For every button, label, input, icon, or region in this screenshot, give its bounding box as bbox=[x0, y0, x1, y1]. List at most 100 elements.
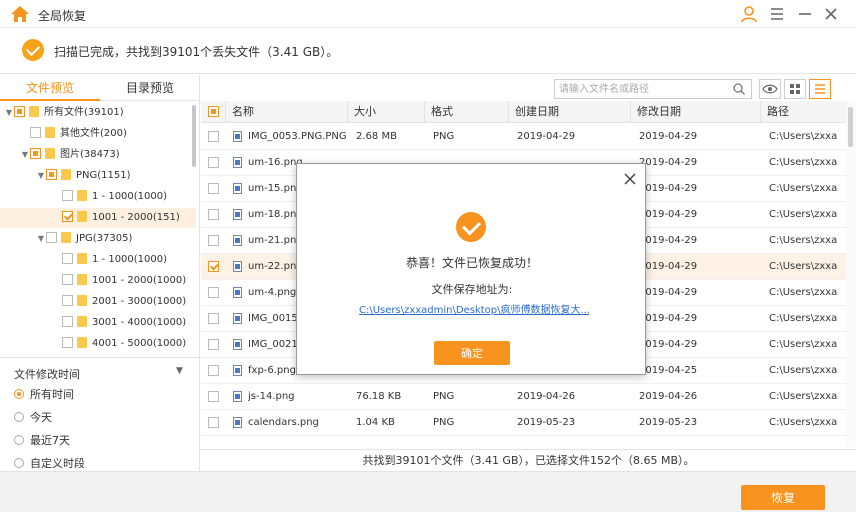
tree-checkbox[interactable] bbox=[62, 211, 73, 222]
search-input[interactable] bbox=[555, 80, 727, 98]
close-icon[interactable] bbox=[821, 4, 841, 24]
tree-checkbox[interactable] bbox=[62, 253, 73, 264]
radio-button[interactable] bbox=[14, 435, 24, 445]
column-header-format[interactable]: 格式 bbox=[424, 101, 508, 123]
table-scrollbar[interactable] bbox=[846, 101, 856, 447]
cell-name: IMG_0053.PNG.PNG bbox=[248, 131, 347, 142]
tree-checkbox[interactable] bbox=[46, 169, 57, 180]
radio-button[interactable] bbox=[14, 412, 24, 422]
tree-node-other-files[interactable]: 其他文件(200) bbox=[20, 124, 127, 144]
table-row[interactable]: calendars.png 1.04 KB PNG 2019-05-23 2019-05… bbox=[201, 410, 856, 436]
radio-button[interactable] bbox=[14, 458, 24, 468]
tree-node-jpg-4001-5000[interactable]: 4001 - 5000(1000) bbox=[52, 334, 186, 354]
folder-icon bbox=[77, 274, 87, 285]
success-check-icon bbox=[22, 39, 44, 61]
tree-node-jpg-1-1000[interactable]: 1 - 1000(1000) bbox=[52, 250, 167, 270]
table-row[interactable]: js-14.png 76.18 KB PNG 2019-04-26 2019-04-26… bbox=[201, 384, 856, 410]
list-view-button[interactable] bbox=[809, 79, 831, 99]
tree-node-label: 3001 - 4000(1000) bbox=[92, 317, 187, 328]
radio-button[interactable] bbox=[14, 389, 24, 399]
tree-checkbox[interactable] bbox=[30, 127, 41, 138]
row-checkbox[interactable] bbox=[208, 391, 219, 402]
tree-node-jpg-2001-3000[interactable]: 2001 - 3000(1000) bbox=[52, 292, 186, 312]
row-checkbox[interactable] bbox=[208, 235, 219, 246]
filter-option-label: 所有时间 bbox=[30, 388, 74, 401]
cell-path: C:\Users\zxxa bbox=[769, 365, 838, 376]
tree-node-label: PNG(1151) bbox=[76, 170, 131, 181]
tree-checkbox[interactable] bbox=[62, 295, 73, 306]
tree-node-png-1-1000[interactable]: 1 - 1000(1000) bbox=[52, 187, 167, 207]
image-file-icon bbox=[233, 339, 242, 350]
column-header-created[interactable]: 创建日期 bbox=[508, 101, 630, 123]
row-checkbox[interactable] bbox=[208, 417, 219, 428]
tree-node-all-files[interactable]: ▼ 所有文件(39101) bbox=[4, 103, 124, 123]
image-file-icon bbox=[233, 209, 242, 220]
scrollbar-thumb[interactable] bbox=[848, 107, 853, 147]
row-checkbox[interactable] bbox=[208, 131, 219, 142]
save-location-label: 文件保存地址为: bbox=[431, 283, 513, 296]
filter-option-all-time[interactable]: 所有时间 bbox=[14, 386, 74, 404]
row-checkbox[interactable] bbox=[208, 287, 219, 298]
dialog-close-icon[interactable] bbox=[623, 172, 637, 186]
save-location-link[interactable]: C:\Users\zxxadmin\Desktop\疯师傅数据恢复大... bbox=[359, 301, 589, 316]
ok-button[interactable]: 确定 bbox=[434, 341, 510, 365]
column-header-path[interactable]: 路径 bbox=[760, 101, 856, 123]
table-row[interactable]: IMG_0053.PNG.PNG 2.68 MB PNG 2019-04-29 2019… bbox=[201, 124, 856, 150]
tree-node-images[interactable]: ▼ 图片(38473) bbox=[20, 145, 120, 165]
scan-status: 扫描已完成，共找到39101个丢失文件（3.41 GB）。 bbox=[0, 28, 856, 74]
column-header-size[interactable]: 大小 bbox=[347, 101, 424, 123]
row-checkbox[interactable] bbox=[208, 339, 219, 350]
select-all-checkbox[interactable] bbox=[208, 106, 219, 117]
chevron-down-icon[interactable]: ▼ bbox=[176, 366, 183, 376]
cell-path: C:\Users\zxxa bbox=[769, 391, 838, 402]
collapse-arrow-icon[interactable]: ▼ bbox=[36, 229, 46, 249]
selection-summary: 共找到39101个文件（3.41 GB），已选择文件152个（8.65 MB）。 bbox=[201, 449, 856, 471]
row-checkbox[interactable] bbox=[208, 261, 219, 272]
column-header-name[interactable]: 名称 bbox=[225, 101, 347, 123]
tree-node-label: 1 - 1000(1000) bbox=[92, 254, 168, 265]
tree-checkbox[interactable] bbox=[62, 316, 73, 327]
cell-path: C:\Users\zxxa bbox=[769, 417, 838, 428]
cell-size: 1.04 KB bbox=[356, 417, 395, 428]
tree-checkbox[interactable] bbox=[14, 106, 25, 117]
row-checkbox[interactable] bbox=[208, 157, 219, 168]
row-checkbox[interactable] bbox=[208, 183, 219, 194]
row-checkbox[interactable] bbox=[208, 209, 219, 220]
cell-created: 2019-05-23 bbox=[517, 417, 576, 428]
tree-checkbox[interactable] bbox=[62, 274, 73, 285]
cell-modified: 2019-04-29 bbox=[639, 313, 698, 324]
filter-option-last-7-days[interactable]: 最近7天 bbox=[14, 432, 70, 450]
row-checkbox[interactable] bbox=[208, 365, 219, 376]
cell-modified: 2019-04-29 bbox=[639, 183, 698, 194]
grid-view-button[interactable] bbox=[784, 79, 806, 99]
cell-path: C:\Users\zxxa bbox=[769, 313, 838, 324]
tree-node-jpg-1001-2000[interactable]: 1001 - 2000(1000) bbox=[52, 271, 186, 291]
cell-modified: 2019-04-29 bbox=[639, 235, 698, 246]
minimize-icon[interactable] bbox=[795, 4, 815, 24]
tab-file-preview[interactable]: 文件预览 bbox=[0, 75, 100, 101]
search-icon[interactable] bbox=[732, 82, 746, 96]
tree-checkbox[interactable] bbox=[62, 190, 73, 201]
filter-option-today[interactable]: 今天 bbox=[14, 409, 52, 427]
tree-node-jpg[interactable]: ▼ JPG(37305) bbox=[36, 229, 132, 249]
tree-node-jpg-3001-4000[interactable]: 3001 - 4000(1000) bbox=[52, 313, 186, 333]
tree-node-png[interactable]: ▼ PNG(1151) bbox=[36, 166, 131, 186]
tree-node-png-1001-2000[interactable]: 1001 - 2000(151) bbox=[0, 208, 196, 228]
menu-icon[interactable] bbox=[767, 4, 787, 24]
user-icon[interactable] bbox=[739, 4, 759, 24]
preview-toggle-button[interactable] bbox=[759, 79, 781, 99]
tree-checkbox[interactable] bbox=[62, 337, 73, 348]
column-header-modified[interactable]: 修改日期 bbox=[630, 101, 760, 123]
tree-checkbox[interactable] bbox=[30, 148, 41, 159]
row-checkbox[interactable] bbox=[208, 313, 219, 324]
tab-directory-preview[interactable]: 目录预览 bbox=[100, 75, 200, 101]
filter-option-label: 自定义时段 bbox=[30, 457, 85, 470]
recover-button[interactable]: 恢复 bbox=[741, 485, 825, 510]
tree-checkbox[interactable] bbox=[46, 232, 57, 243]
collapse-arrow-icon[interactable]: ▼ bbox=[36, 166, 46, 186]
folder-icon bbox=[77, 337, 87, 348]
collapse-arrow-icon[interactable]: ▼ bbox=[4, 103, 14, 123]
tree-scrollbar[interactable] bbox=[192, 105, 196, 167]
cell-modified: 2019-04-29 bbox=[639, 261, 698, 272]
collapse-arrow-icon[interactable]: ▼ bbox=[20, 145, 30, 165]
